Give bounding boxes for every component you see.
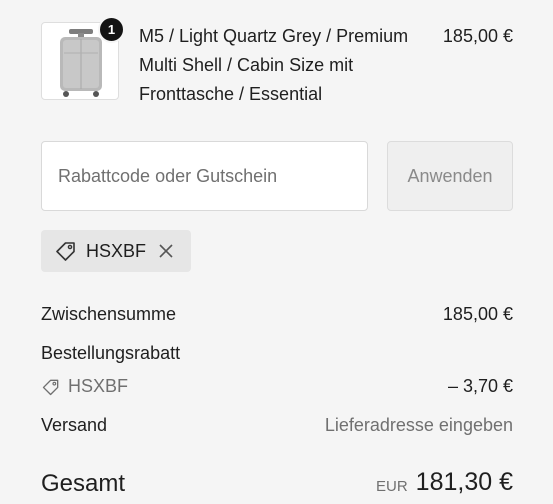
applied-discount-chip: HSXBF <box>41 230 191 272</box>
shipping-row: Versand Lieferadresse eingeben <box>41 415 513 437</box>
shipping-value: Lieferadresse eingeben <box>324 415 513 435</box>
product-name: M5 / Light Quartz Grey / Premium Multi S… <box>139 26 409 104</box>
close-icon[interactable] <box>156 241 176 261</box>
discount-code-input[interactable] <box>41 141 368 211</box>
tag-icon <box>42 379 59 396</box>
order-discount-detail-row: HSXBF – 3,70 € <box>41 376 513 398</box>
total-value: 181,30 € <box>415 468 513 496</box>
total-currency: EUR <box>376 478 408 495</box>
subtotal-value: 185,00 € <box>442 304 513 324</box>
cart-line-item: 1 M5 / Light Quartz Grey / Premium Multi… <box>41 16 513 104</box>
total-label: Gesamt <box>41 470 126 497</box>
apply-discount-button[interactable]: Anwenden <box>387 141 513 211</box>
order-discount-value: – 3,70 € <box>447 376 513 396</box>
quantity-badge: 1 <box>98 16 125 43</box>
applied-discount-code: HSXBF <box>86 240 147 261</box>
order-discount-label: Bestellungsrabatt <box>41 343 181 363</box>
shipping-label: Versand <box>41 415 108 435</box>
subtotal-row: Zwischensumme 185,00 € <box>41 304 513 326</box>
order-discount-row: Bestellungsrabatt <box>41 343 513 365</box>
tag-icon <box>56 242 75 261</box>
product-price: 185,00 € <box>442 26 513 46</box>
order-discount-code: HSXBF <box>68 376 129 396</box>
subtotal-label: Zwischensumme <box>41 304 177 324</box>
